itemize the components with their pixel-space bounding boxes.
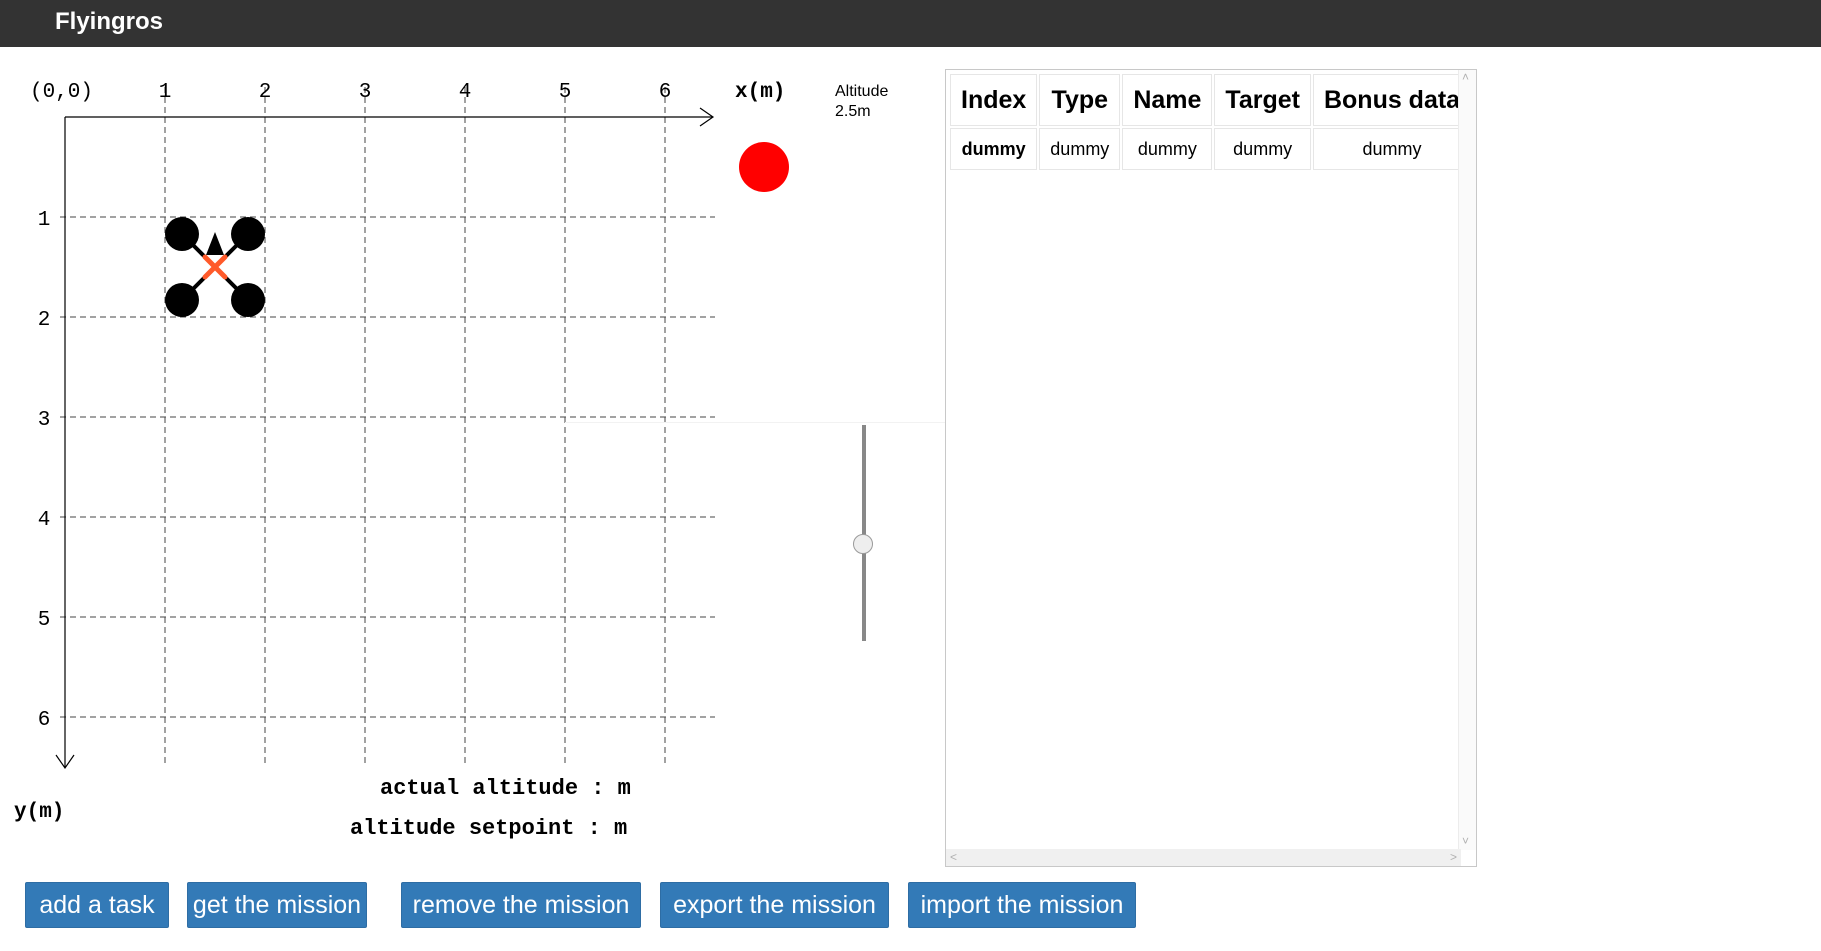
drone-rotor bbox=[165, 283, 199, 317]
y-tick-label: 6 bbox=[38, 709, 51, 732]
x-tick-label: 3 bbox=[359, 81, 372, 104]
y-axis-label: y(m) bbox=[14, 801, 64, 824]
x-tick-label: 5 bbox=[559, 81, 572, 104]
altitude-slider-handle[interactable] bbox=[853, 533, 873, 554]
cell-target: dummy bbox=[1214, 128, 1311, 170]
scroll-left-arrow-icon[interactable]: ˂ bbox=[950, 851, 957, 863]
connection-status-indicator bbox=[739, 142, 789, 192]
altitude-value: 2.5m bbox=[835, 103, 871, 120]
altitude-label: Altitude bbox=[835, 83, 889, 100]
y-tick-labels: 1 2 3 4 5 6 bbox=[38, 209, 51, 732]
drone-position-marker-icon bbox=[202, 254, 228, 280]
get-mission-button[interactable]: get the mission bbox=[187, 882, 367, 928]
altitude-display: Altitude 2.5m bbox=[835, 82, 888, 122]
mission-table: Index Type Name Target Bonus data dummy … bbox=[948, 72, 1473, 172]
x-tick-labels: 1 2 3 4 5 6 bbox=[159, 81, 672, 104]
x-axis-label: x(m) bbox=[735, 81, 785, 104]
x-tick-label: 4 bbox=[459, 81, 472, 104]
table-header-row: Index Type Name Target Bonus data bbox=[950, 74, 1472, 126]
drone-rotor bbox=[231, 217, 265, 251]
top-navbar: Flyingros bbox=[0, 0, 1821, 47]
altitude-setpoint-readout: altitude setpoint : m bbox=[350, 816, 628, 841]
export-mission-button[interactable]: export the mission bbox=[660, 882, 889, 928]
app-title[interactable]: Flyingros bbox=[55, 8, 163, 36]
column-header-name[interactable]: Name bbox=[1122, 74, 1213, 126]
actual-altitude-readout: actual altitude : m bbox=[380, 776, 631, 801]
origin-label: (0,0) bbox=[30, 81, 93, 104]
y-tick-label: 1 bbox=[38, 209, 51, 232]
y-tick-label: 3 bbox=[38, 409, 51, 432]
column-header-bonus-data[interactable]: Bonus data bbox=[1312, 74, 1472, 126]
scroll-right-arrow-icon[interactable]: ˃ bbox=[1450, 851, 1457, 863]
y-tick-label: 5 bbox=[38, 609, 51, 632]
column-header-type[interactable]: Type bbox=[1039, 74, 1121, 126]
y-tick-label: 4 bbox=[38, 509, 51, 532]
column-header-target[interactable]: Target bbox=[1214, 74, 1311, 126]
cell-name: dummy bbox=[1122, 128, 1213, 170]
y-tick-label: 2 bbox=[38, 309, 51, 332]
column-header-index[interactable]: Index bbox=[950, 74, 1038, 126]
x-tick-label: 2 bbox=[259, 81, 272, 104]
drone-rotor bbox=[231, 283, 265, 317]
table-row[interactable]: dummy dummy dummy dummy dummy bbox=[950, 128, 1472, 170]
scroll-up-arrow-icon[interactable]: ˄ bbox=[1462, 71, 1469, 83]
cell-index: dummy bbox=[950, 128, 1038, 170]
scroll-down-arrow-icon[interactable]: ˅ bbox=[1462, 835, 1469, 847]
cell-type: dummy bbox=[1039, 128, 1121, 170]
horizontal-scrollbar[interactable]: ˂ ˃ bbox=[946, 849, 1461, 866]
drone-quadcopter-icon[interactable] bbox=[165, 217, 265, 317]
drone-rotor bbox=[165, 217, 199, 251]
remove-mission-button[interactable]: remove the mission bbox=[401, 882, 641, 928]
import-mission-button[interactable]: import the mission bbox=[908, 882, 1136, 928]
mission-table-panel[interactable]: Index Type Name Target Bonus data dummy … bbox=[945, 69, 1477, 867]
x-tick-label: 1 bbox=[159, 81, 172, 104]
x-tick-label: 6 bbox=[659, 81, 672, 104]
add-task-button[interactable]: add a task bbox=[25, 882, 169, 928]
drone-heading-arrow-icon bbox=[206, 232, 224, 255]
cell-bonus-data: dummy bbox=[1312, 128, 1472, 170]
vertical-scrollbar[interactable]: ˄ ˅ bbox=[1458, 70, 1476, 850]
